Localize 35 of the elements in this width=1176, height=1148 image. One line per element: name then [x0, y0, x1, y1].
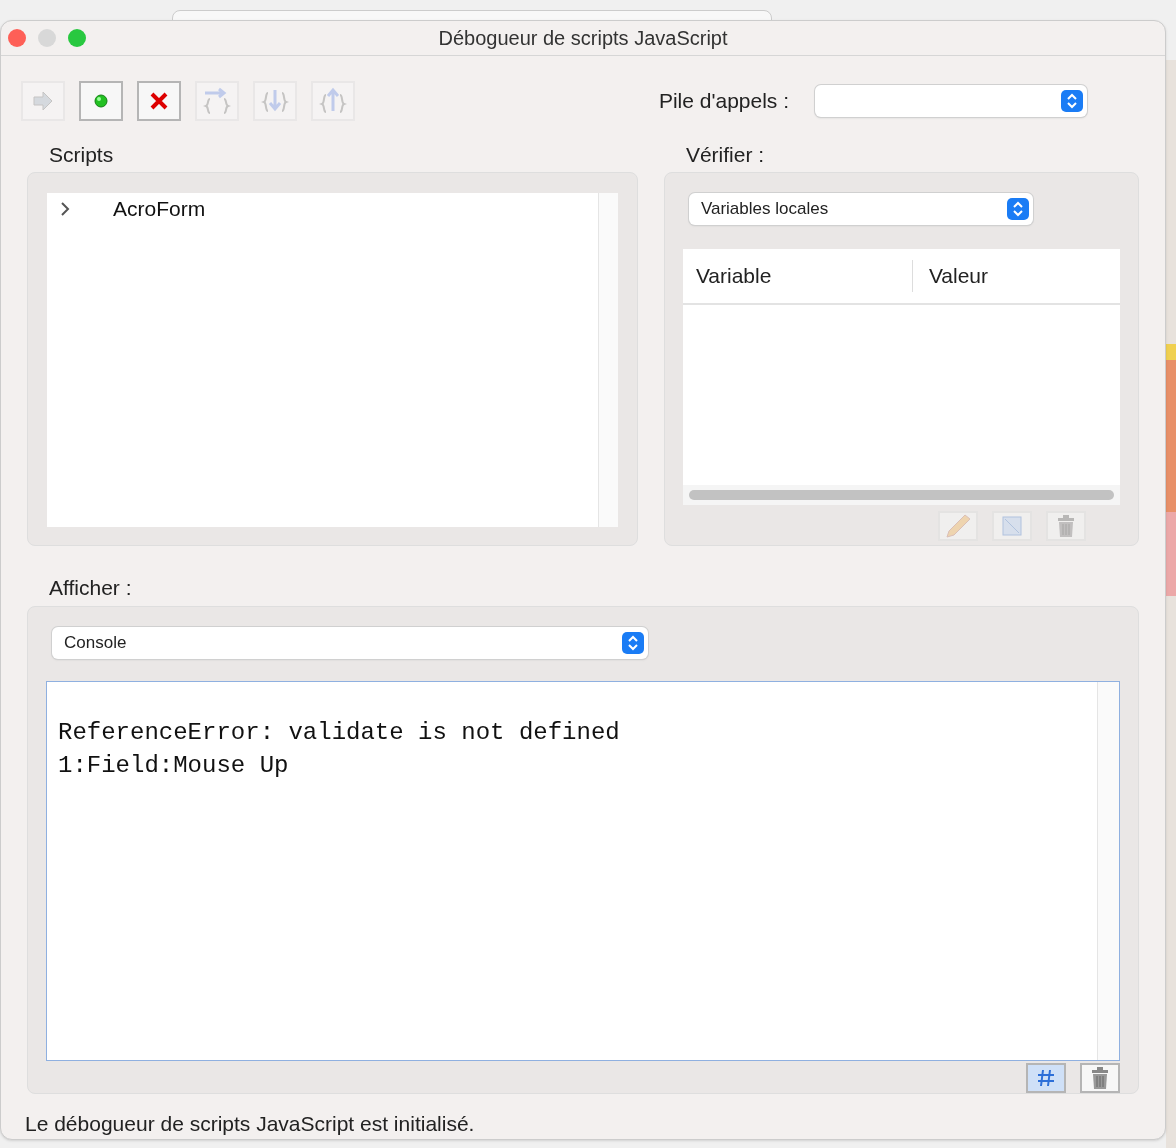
toolbar-button[interactable]: [137, 80, 181, 121]
chevron-updown-icon: [1061, 89, 1083, 112]
console-line: ReferenceError: validate is not defined: [58, 717, 620, 748]
minimize-window-button[interactable]: [38, 28, 56, 47]
dot-icon: [93, 92, 109, 109]
view-label: Afficher :: [49, 575, 133, 601]
console-line: 1:Field:Mouse Up: [58, 750, 289, 781]
tree-item[interactable]: AcroForm: [47, 193, 598, 225]
zoom-window-button[interactable]: [68, 28, 86, 47]
column-header[interactable]: Variable: [682, 260, 913, 292]
dropdown[interactable]: Variables locales: [688, 193, 1033, 225]
toolbar-button[interactable]: [1026, 1062, 1066, 1093]
status-text: Le débogueur de scripts JavaScript est initialisé.: [25, 1110, 476, 1137]
toolbar-button[interactable]: [1080, 1062, 1120, 1093]
column-header[interactable]: Valeur: [912, 260, 989, 292]
arrow-right-icon: [32, 90, 54, 111]
close-icon: [149, 90, 169, 111]
chevron-updown-icon: [622, 631, 644, 654]
inspect-label: Vérifier :: [685, 141, 766, 168]
chevron-right-icon[interactable]: [59, 201, 71, 217]
pencil-icon: [943, 513, 973, 539]
toolbar-button[interactable]: [79, 80, 123, 121]
console-output[interactable]: ReferenceError: validate is not defined 1:Field:Mouse Up: [46, 680, 1120, 1061]
arrow-braces-icon: [203, 86, 231, 115]
arrow-braces-icon: [319, 86, 347, 115]
close-window-button[interactable]: [8, 28, 26, 47]
scripts-label: Scripts: [49, 141, 115, 168]
window-title: Débogueur de scripts JavaScript: [438, 25, 728, 51]
trash-icon: [1089, 1065, 1111, 1090]
chevron-updown-icon: [1006, 198, 1029, 220]
call-stack-label: Pile d'appels :: [658, 87, 789, 114]
dropdown[interactable]: Console: [52, 626, 648, 659]
dropdown[interactable]: [815, 84, 1087, 117]
trash-icon: [1055, 514, 1077, 538]
square-icon: [1001, 515, 1023, 537]
